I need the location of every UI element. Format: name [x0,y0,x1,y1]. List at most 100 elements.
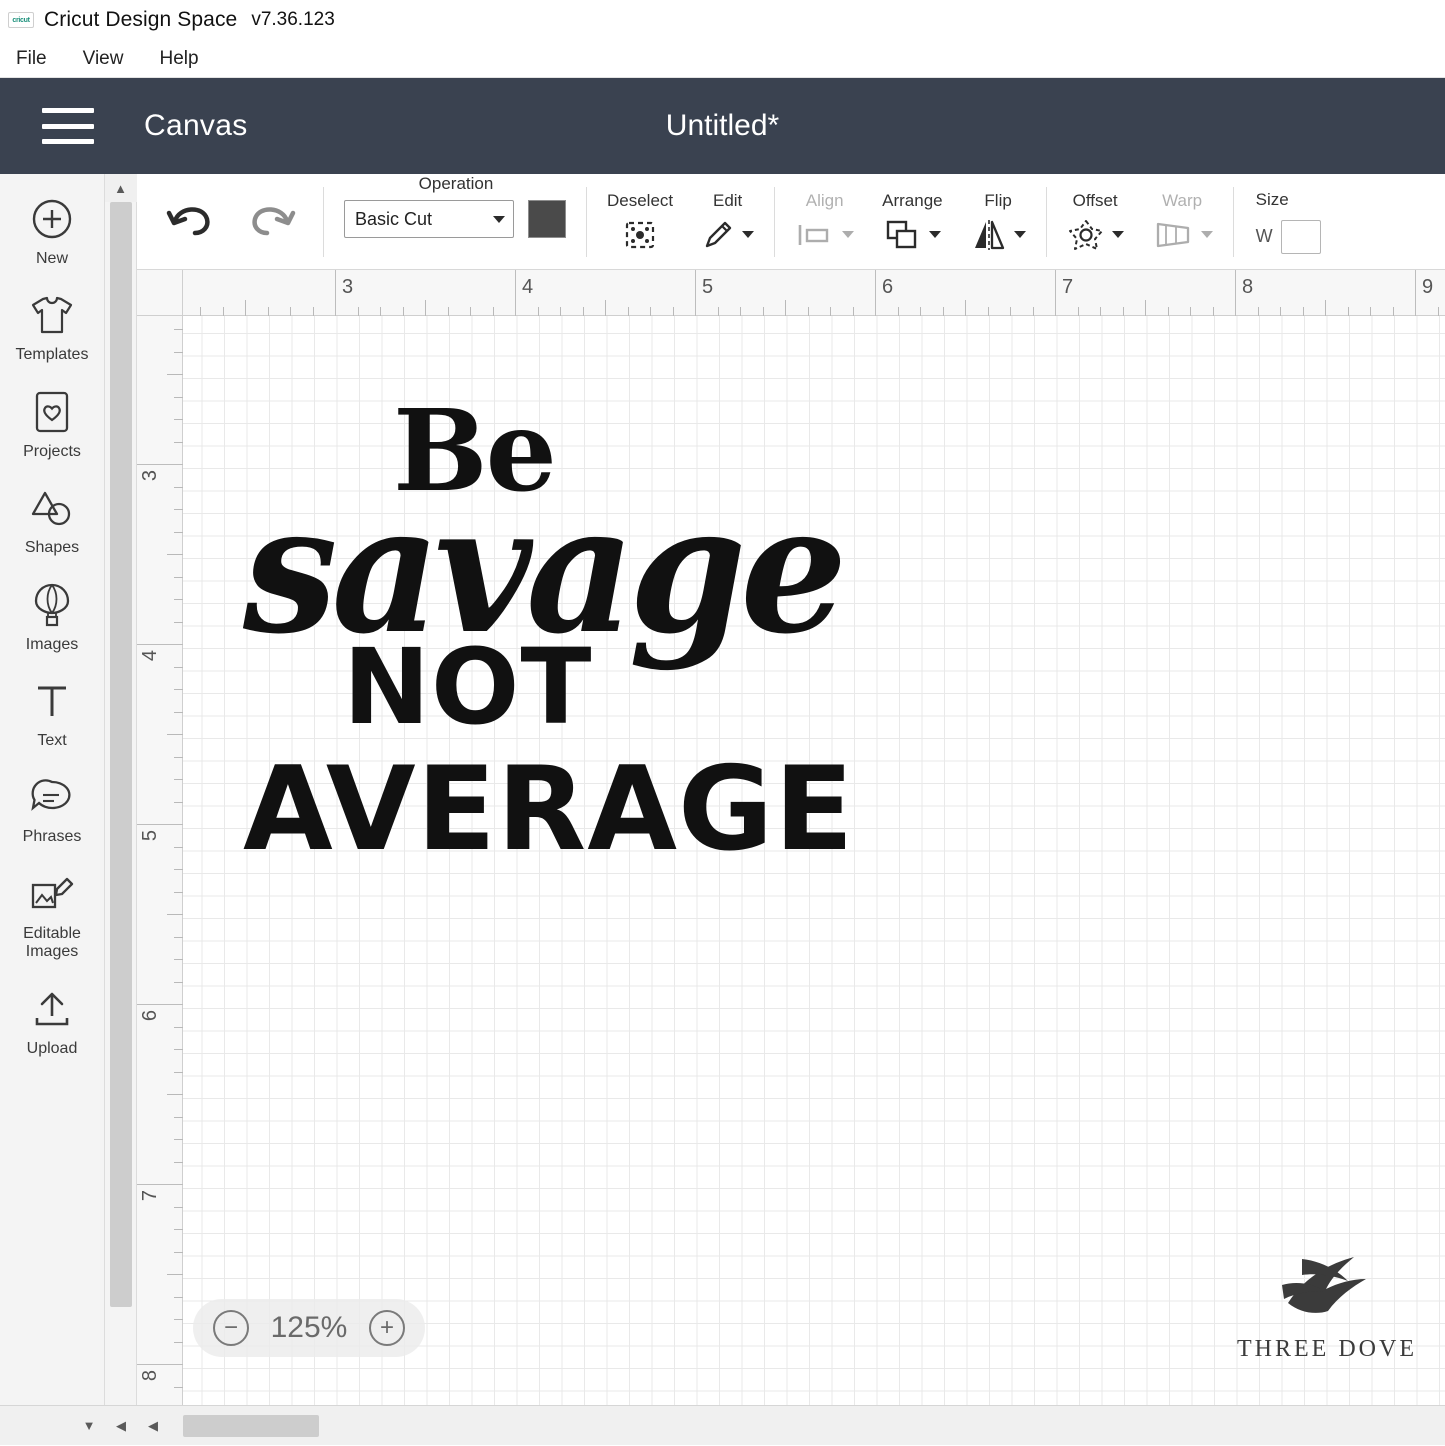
deselect-button[interactable]: Deselect [593,191,687,253]
undo-button[interactable] [163,199,217,244]
design-artwork[interactable]: Be savage NOT AVERAGE [243,386,853,906]
arrange-button[interactable]: Arrange [868,191,956,253]
ruler-tick [174,959,183,960]
sidebar-item-projects[interactable]: Projects [0,387,104,461]
horizontal-scrollbar[interactable]: ◀ [137,1405,1445,1445]
menu-item-view[interactable]: View [81,46,140,72]
offset-icon [1067,217,1124,253]
sidebar-item-new[interactable]: New [0,194,104,268]
ruler-tick [174,396,183,398]
card-heart-icon [26,387,78,437]
warp-button[interactable]: Warp [1138,191,1227,253]
ruler-tick [1347,307,1349,316]
ruler-tick [174,846,183,848]
ruler-tick [137,464,183,465]
chevron-left-icon[interactable]: ◀ [105,1406,137,1446]
chevron-up-icon[interactable]: ▲ [104,174,137,202]
sidebar-item-shapes[interactable]: Shapes [0,483,104,557]
edit-button[interactable]: Edit [687,191,768,253]
offset-button[interactable]: Offset [1053,191,1138,253]
align-button[interactable]: Align [781,191,868,253]
ruler-tick [1325,300,1326,316]
speech-bubbles-icon [26,772,78,822]
toolbar-divider [1232,186,1234,257]
ruler-label: 8 [139,1370,161,1382]
ruler-tick [1280,307,1281,316]
zoom-out-icon[interactable]: − [213,1310,249,1346]
sidebar-item-images[interactable]: Images [0,580,104,654]
ruler-tick [492,307,494,316]
sidebar-item-label: Templates [15,346,89,364]
main-area: New Templates Projects Shapes Images Tex… [0,174,1445,1445]
warp-icon [1152,217,1213,253]
ruler-tick [312,307,314,316]
sidebar-item-label: Text [37,731,67,749]
scrollbar-thumb[interactable] [183,1415,319,1437]
hot-air-balloon-icon [26,580,78,630]
ruler-tick [174,621,183,623]
artwork-line-4: AVERAGE [243,742,855,877]
sidebar-item-editable-images[interactable]: Editable Images [0,869,104,962]
canvas-area[interactable]: Be savage NOT AVERAGE 23456789 2345678 −… [137,270,1445,1405]
zoom-in-icon[interactable]: + [369,1310,405,1346]
deselect-icon [620,217,660,253]
flip-button[interactable]: Flip [957,191,1040,253]
ruler-tick [357,307,359,316]
sidebar-scrollbar[interactable]: ▲ [104,174,137,1445]
sidebar-item-phrases[interactable]: Phrases [0,772,104,846]
ruler-label: 9 [1422,276,1434,298]
chevron-down-icon[interactable]: ▼ [73,1406,105,1446]
ruler-label: 4 [522,276,534,298]
ruler-tick [174,1386,183,1388]
sidebar-item-label: Phrases [22,828,82,846]
ruler-label: 6 [139,1010,161,1022]
left-sidebar: New Templates Projects Shapes Images Tex… [0,174,105,1445]
sidebar-item-label: Images [25,635,79,653]
ruler-tick [167,374,183,375]
ruler-tick [174,891,183,893]
sidebar-item-templates[interactable]: Templates [0,290,104,364]
ruler-tick [1032,307,1034,316]
sidebar-item-label: Projects [23,442,81,460]
scrollbar-thumb[interactable] [110,202,132,1307]
ruler-label: 3 [139,470,161,482]
pencil-icon [701,217,755,253]
canvas-label: Canvas [144,109,248,142]
toolbar-divider [774,186,776,257]
ruler-tick [1370,307,1371,316]
menu-bar: File View Help [0,40,1445,78]
chevron-left-icon[interactable]: ◀ [137,1406,169,1446]
edit-caption: Edit [712,190,743,210]
ruler-tick [137,1184,183,1185]
ruler-label: 3 [342,276,354,298]
ruler-tick [1167,307,1169,316]
menu-item-help[interactable]: Help [157,46,214,72]
ruler-tick [987,307,989,316]
ruler-label: 5 [139,830,161,842]
ruler-tick [174,441,183,443]
redo-button[interactable] [245,199,299,244]
app-version: v7.36.123 [251,9,335,30]
operation-select[interactable]: Basic Cut [344,200,514,238]
warp-caption: Warp [1162,190,1203,210]
undo-redo-group [159,199,317,244]
ruler-tick [582,307,584,316]
align-icon [795,217,855,253]
ruler-tick [627,307,629,316]
canvas-grid[interactable]: Be savage NOT AVERAGE [183,316,1445,1405]
ruler-tick [174,1229,183,1230]
hamburger-menu-icon[interactable] [42,108,94,144]
menu-item-file[interactable]: File [14,46,63,72]
size-width-input[interactable] [1280,219,1321,254]
operation-color-swatch[interactable] [528,200,566,238]
ruler-tick [167,554,183,555]
ruler-tick [174,711,183,713]
ruler-tick [560,307,561,316]
ruler-tick [174,1139,183,1140]
sidebar-item-label: New [35,250,68,267]
sidebar-item-text[interactable]: Text [0,676,104,750]
sidebar-item-upload[interactable]: Upload [0,984,104,1058]
ruler-tick [174,1116,183,1118]
ruler-tick [174,1161,183,1163]
ruler-tick [174,576,183,578]
